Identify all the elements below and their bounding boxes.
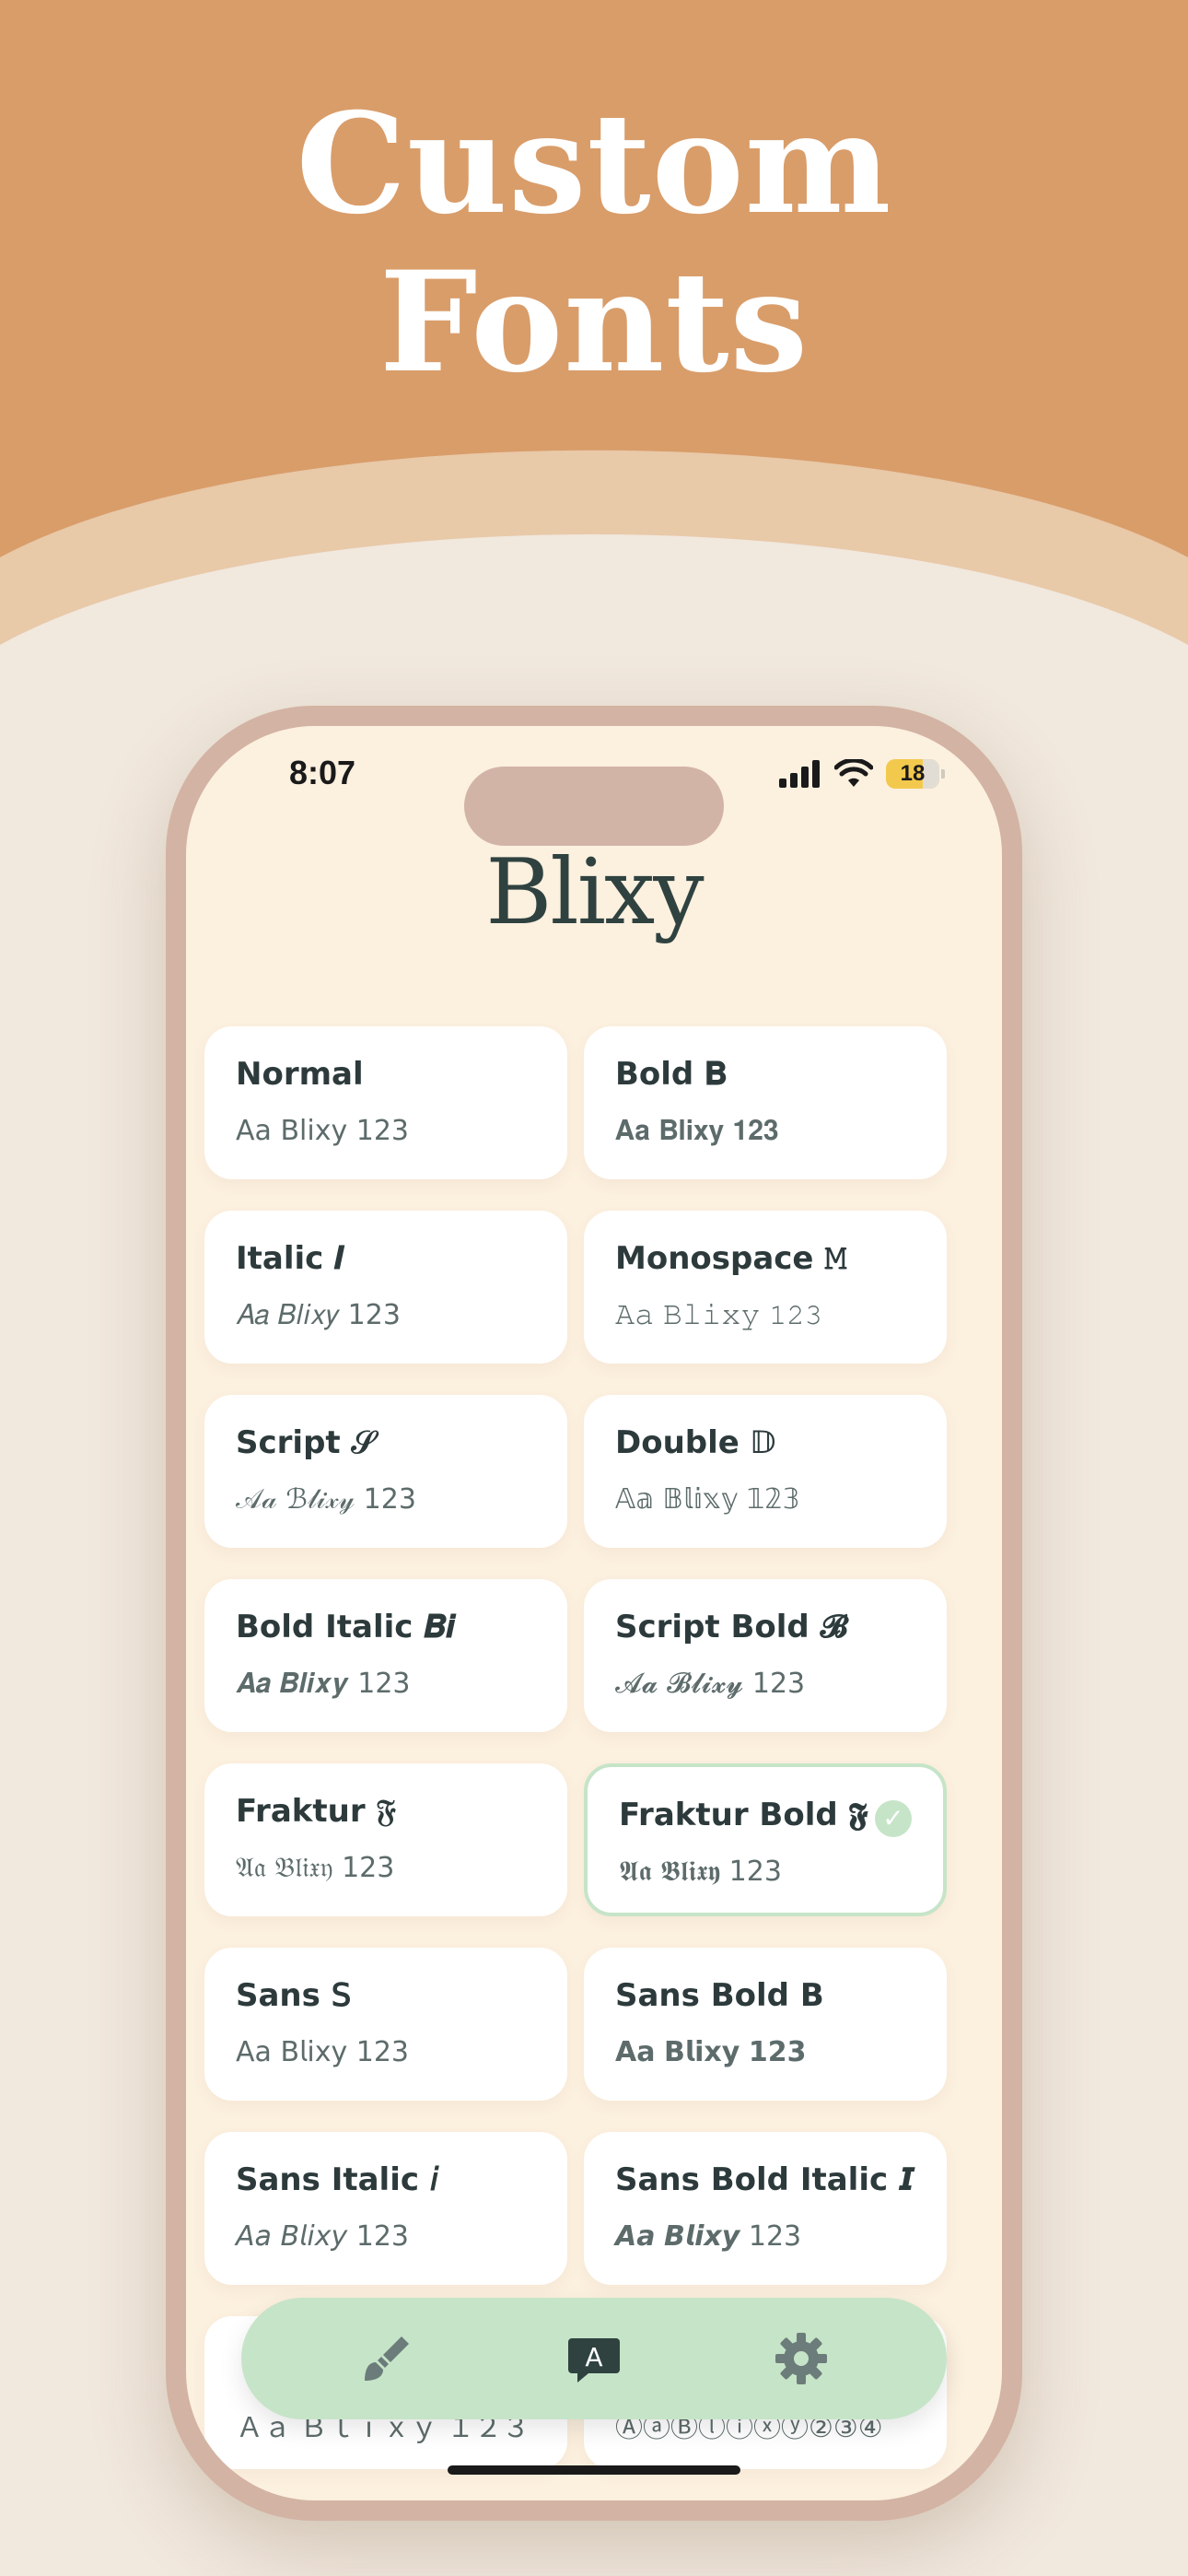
tab-fonts[interactable]: A: [559, 2324, 629, 2394]
font-card-title: Sans 𝖲: [236, 1977, 352, 2014]
font-card-sample: 𝗔𝗮 𝗕𝗹𝗶𝘅𝘆 𝟭𝟮𝟯: [615, 2036, 807, 2068]
font-card-sample: 𝐀𝐚 𝐁𝐥𝐢𝐱𝐲 𝟏𝟐𝟑: [615, 1115, 779, 1147]
font-card[interactable]: Sans Bold Italic 𝙄 𝘼𝙖 𝘽𝙡𝙞𝙭𝙮 123: [584, 2132, 947, 2285]
font-card-sample: 𝓐𝓪 𝓑𝓵𝓲𝔁𝔂 123: [615, 1668, 806, 1700]
font-card[interactable]: Bold 𝐁 𝐀𝐚 𝐁𝐥𝐢𝐱𝐲 𝟏𝟐𝟑: [584, 1026, 947, 1179]
font-card-sample: 𝒜𝒶 ℬ𝓁𝒾𝓍𝓎 123: [236, 1483, 416, 1516]
hero-title: Custom Fonts: [296, 83, 892, 404]
font-card-title: Fraktur 𝔉: [236, 1793, 396, 1830]
font-chat-icon: A: [568, 2338, 620, 2383]
font-card[interactable]: Sans Bold 𝗕 𝗔𝗮 𝗕𝗹𝗶𝘅𝘆 𝟭𝟮𝟯: [584, 1948, 947, 2101]
font-card[interactable]: Sans 𝖲 𝖠𝖺 𝖡𝗅𝗂𝗑𝗒 𝟣𝟤𝟥: [204, 1948, 567, 2101]
status-icons: 18: [779, 755, 945, 792]
brush-icon: [365, 2336, 409, 2381]
font-card-title: Sans Bold Italic 𝙄: [615, 2161, 915, 2198]
battery-level: 18: [900, 761, 926, 786]
font-card-title: Sans Bold 𝗕: [615, 1977, 824, 2014]
font-card[interactable]: Fraktur Bold 𝕱 𝕬𝖆 𝕭𝖑𝖎𝖝𝖞 123 ✓: [584, 1763, 947, 1916]
font-card[interactable]: Normal Aa Blixy 123: [204, 1026, 567, 1179]
font-card-sample: 𝔸𝕒 𝔹𝕝𝕚𝕩𝕪 𝟙𝟚𝟛: [615, 1483, 800, 1516]
tab-style[interactable]: [352, 2324, 422, 2394]
tab-settings[interactable]: [766, 2324, 836, 2394]
font-card-title: Italic 𝑰: [236, 1240, 344, 1277]
font-card-sample: 𝔄𝔞 𝔅𝔩𝔦𝔵𝔶 123: [236, 1852, 395, 1884]
font-card-sample: 𝐴𝑎 𝐵𝑙𝑖𝑥𝑦 123: [236, 1299, 401, 1331]
font-card-title: Bold 𝐁: [615, 1056, 728, 1093]
phone-frame: 8:07 18 Blixy Normal Aa Blixy 123 Bold 𝐁 𝐀𝐚: [166, 706, 1022, 2521]
font-card-title: Sans Italic 𝘪: [236, 2161, 439, 2198]
home-indicator: [448, 2465, 740, 2475]
font-card-sample: Aa Blixy 123: [236, 1115, 409, 1147]
font-card-title: Bold Italic 𝑩𝒊: [236, 1609, 455, 1645]
font-card-title: Normal: [236, 1056, 364, 1093]
font-card-sample: 𝖠𝖺 𝖡𝗅𝗂𝗑𝗒 𝟣𝟤𝟥: [236, 2036, 409, 2068]
font-card[interactable]: Script Bold 𝓑 𝓐𝓪 𝓑𝓵𝓲𝔁𝔂 123: [584, 1579, 947, 1732]
font-card[interactable]: Sans Italic 𝘪 𝘈𝘢 𝘉𝘭𝘪𝘹𝘺 123: [204, 2132, 567, 2285]
wifi-icon: [834, 759, 873, 787]
checkmark-icon: ✓: [875, 1800, 912, 1837]
gear-icon: [775, 2333, 827, 2384]
font-card-sample: 𝑨𝒂 𝑩𝒍𝒊𝒙𝒚 123: [236, 1668, 411, 1700]
font-card-title: Double 𝔻: [615, 1424, 776, 1461]
tab-bar: A: [241, 2298, 947, 2419]
hero-banner: Custom Fonts: [0, 0, 1188, 663]
font-card[interactable]: Fraktur 𝔉 𝔄𝔞 𝔅𝔩𝔦𝔵𝔶 123: [204, 1763, 567, 1916]
font-card-sample: 𝕬𝖆 𝕭𝖑𝖎𝖝𝖞 123: [619, 1856, 782, 1888]
phone-screen: 8:07 18 Blixy Normal Aa Blixy 123 Bold 𝐁 𝐀𝐚: [186, 726, 1002, 2500]
signal-icon: [779, 760, 820, 788]
font-tab-letter: A: [585, 2342, 602, 2372]
app-title: Blixy: [485, 840, 704, 945]
font-card-title: Fraktur Bold 𝕱: [619, 1797, 868, 1833]
font-card[interactable]: Script 𝒮 𝒜𝒶 ℬ𝓁𝒾𝓍𝓎 123: [204, 1395, 567, 1548]
font-card-sample: 𝘼𝙖 𝘽𝙡𝙞𝙭𝙮 123: [615, 2220, 802, 2253]
font-card[interactable]: Italic 𝑰 𝐴𝑎 𝐵𝑙𝑖𝑥𝑦 123: [204, 1211, 567, 1364]
font-card-title: Monospace 𝙼: [615, 1240, 847, 1277]
font-card-sample: 𝙰𝚊 𝙱𝚕𝚒𝚡𝚢 𝟷𝟸𝟹: [615, 1299, 822, 1331]
font-card-title: Script Bold 𝓑: [615, 1609, 848, 1645]
status-time: 8:07: [289, 754, 356, 791]
font-card[interactable]: Monospace 𝙼 𝙰𝚊 𝙱𝚕𝚒𝚡𝚢 𝟷𝟸𝟹: [584, 1211, 947, 1364]
font-card-title: Script 𝒮: [236, 1424, 376, 1461]
font-card[interactable]: Bold Italic 𝑩𝒊 𝑨𝒂 𝑩𝒍𝒊𝒙𝒚 123: [204, 1579, 567, 1732]
font-card-sample: 𝘈𝘢 𝘉𝘭𝘪𝘹𝘺 123: [236, 2220, 409, 2253]
font-card[interactable]: Double 𝔻 𝔸𝕒 𝔹𝕝𝕚𝕩𝕪 𝟙𝟚𝟛: [584, 1395, 947, 1548]
dynamic-island: [464, 767, 724, 846]
battery-icon: 18: [886, 759, 945, 789]
